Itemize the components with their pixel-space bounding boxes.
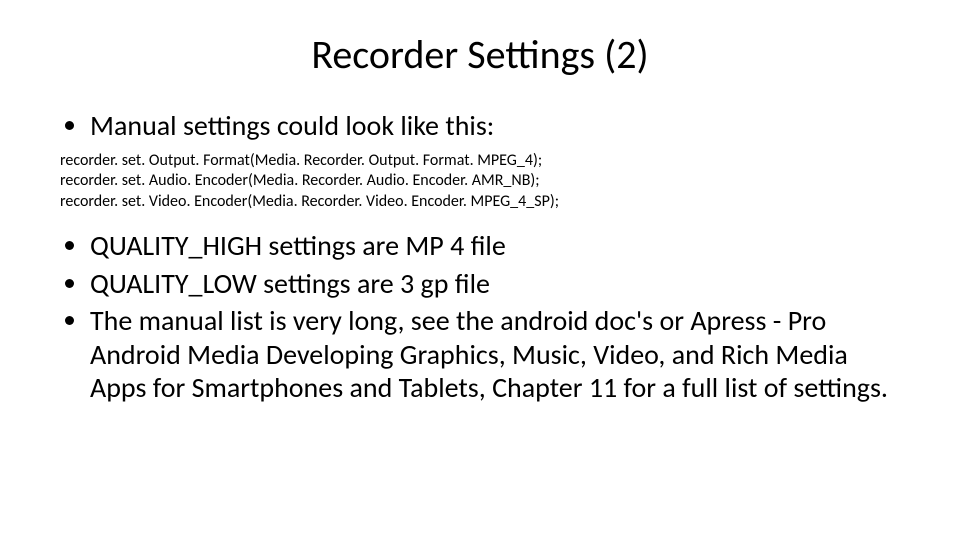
slide: Recorder Settings (2) Manual settings co…	[0, 0, 960, 540]
bullet-list-2: QUALITY_HIGH settings are MP 4 file QUAL…	[60, 229, 900, 405]
bullet-quality-low: QUALITY_LOW settings are 3 gp file	[90, 267, 900, 301]
slide-title: Recorder Settings (2)	[60, 30, 900, 79]
code-line-1: recorder. set. Output. Format(Media. Rec…	[60, 151, 900, 172]
bullet-manual-settings: Manual settings could look like this:	[90, 109, 900, 143]
bullet-list-1: Manual settings could look like this:	[60, 109, 900, 143]
bullet-quality-high: QUALITY_HIGH settings are MP 4 file	[90, 229, 900, 263]
code-block: recorder. set. Output. Format(Media. Rec…	[60, 151, 900, 213]
code-line-3: recorder. set. Video. Encoder(Media. Rec…	[60, 192, 900, 213]
bullet-manual-list: The manual list is very long, see the an…	[90, 304, 900, 405]
code-line-2: recorder. set. Audio. Encoder(Media. Rec…	[60, 171, 900, 192]
